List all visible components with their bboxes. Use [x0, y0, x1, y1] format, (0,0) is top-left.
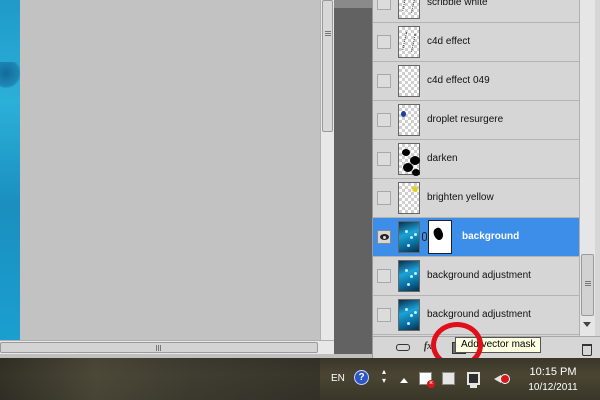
layer-row[interactable]: brighten yellow — [373, 179, 579, 218]
canvas-horizontal-scroll-thumb[interactable] — [0, 342, 318, 353]
workspace-gap — [334, 0, 372, 354]
layer-thumbnail — [398, 0, 420, 19]
layer-visibility-toggle[interactable] — [377, 308, 391, 322]
show-hidden-icons-icon[interactable] — [400, 378, 408, 383]
layer-row[interactable]: c4d effect — [373, 23, 579, 62]
layer-visibility-toggle[interactable] — [377, 35, 391, 49]
layer-row[interactable]: background — [373, 218, 579, 257]
layer-row[interactable]: scribble white — [373, 0, 579, 23]
mask-link-chain-icon[interactable] — [422, 232, 427, 241]
layer-thumbnail — [398, 299, 420, 331]
taskbar-background — [0, 358, 320, 400]
layer-name: droplet resurgere — [427, 114, 504, 125]
eye-icon — [380, 234, 389, 240]
grip-icon — [325, 31, 331, 32]
grip-icon — [585, 281, 591, 282]
volume-muted-icon[interactable] — [493, 372, 510, 385]
delete-layer-icon[interactable] — [579, 341, 593, 356]
layer-name: background — [462, 231, 520, 242]
thumbnail-detail — [401, 111, 406, 117]
layer-thumbnail — [398, 260, 420, 292]
network-icon[interactable] — [467, 372, 480, 388]
canvas-bubble-detail — [0, 62, 20, 90]
layer-thumbnail — [398, 221, 420, 253]
layer-row[interactable]: darken — [373, 140, 579, 179]
language-bar-icon[interactable]: ▴ ▾ — [378, 367, 390, 389]
help-icon[interactable]: ? — [354, 370, 369, 385]
scroll-down-arrow-icon[interactable] — [583, 322, 591, 327]
layer-row[interactable]: droplet resurgere — [373, 101, 579, 140]
layer-thumbnail — [398, 143, 420, 175]
sync-icon[interactable] — [442, 372, 455, 385]
layer-visibility-toggle[interactable] — [377, 113, 391, 127]
layer-name: scribble white — [427, 0, 488, 8]
layer-thumbnail — [398, 26, 420, 58]
grip-icon — [156, 345, 157, 351]
thumbnail-detail — [412, 186, 418, 192]
taskbar-clock[interactable]: 10:15 PM 10/12/2011 — [514, 365, 592, 395]
layer-thumbnail — [398, 65, 420, 97]
layer-name: c4d effect 049 — [427, 75, 490, 86]
language-indicator[interactable]: EN — [331, 373, 345, 384]
canvas-horizontal-scrollbar[interactable] — [0, 340, 334, 354]
layer-mask-thumbnail[interactable] — [428, 220, 452, 254]
clock-date: 10/12/2011 — [528, 382, 578, 393]
thumbnail-detail — [402, 32, 416, 52]
clock-time: 10:15 PM — [529, 366, 577, 378]
layer-visibility-toggle[interactable] — [377, 152, 391, 166]
canvas-vertical-scrollbar[interactable] — [320, 0, 334, 340]
canvas-vertical-scroll-thumb[interactable] — [322, 0, 333, 132]
layer-visibility-toggle[interactable] — [377, 74, 391, 88]
layer-visibility-toggle[interactable] — [377, 230, 391, 244]
thumbnail-detail — [402, 0, 416, 13]
layer-name: brighten yellow — [427, 192, 494, 203]
canvas-pasteboard — [20, 0, 320, 340]
layer-visibility-toggle[interactable] — [377, 0, 391, 10]
layer-name: background adjustment — [427, 270, 531, 281]
layer-row[interactable]: c4d effect 049 — [373, 62, 579, 101]
document-canvas-image[interactable] — [0, 0, 20, 340]
layer-thumbnail — [398, 182, 420, 214]
layers-panel: scribble white c4d effect c4d effect 049 dr… — [372, 0, 600, 358]
layers-panel-scrollbar[interactable] — [579, 0, 595, 336]
layer-thumbnail — [398, 104, 420, 136]
layer-visibility-toggle[interactable] — [377, 269, 391, 283]
layers-panel-scroll-thumb[interactable] — [581, 254, 594, 316]
layer-name: c4d effect — [427, 36, 471, 47]
workspace-gap-strip — [334, 0, 372, 8]
link-layers-icon[interactable] — [395, 341, 410, 353]
layer-visibility-toggle[interactable] — [377, 191, 391, 205]
layer-row[interactable]: background adjustment — [373, 257, 579, 296]
layer-name: darken — [427, 153, 458, 164]
windows-taskbar — [0, 358, 600, 400]
layer-name: background adjustment — [427, 309, 531, 320]
action-center-flag-icon[interactable] — [419, 372, 435, 388]
